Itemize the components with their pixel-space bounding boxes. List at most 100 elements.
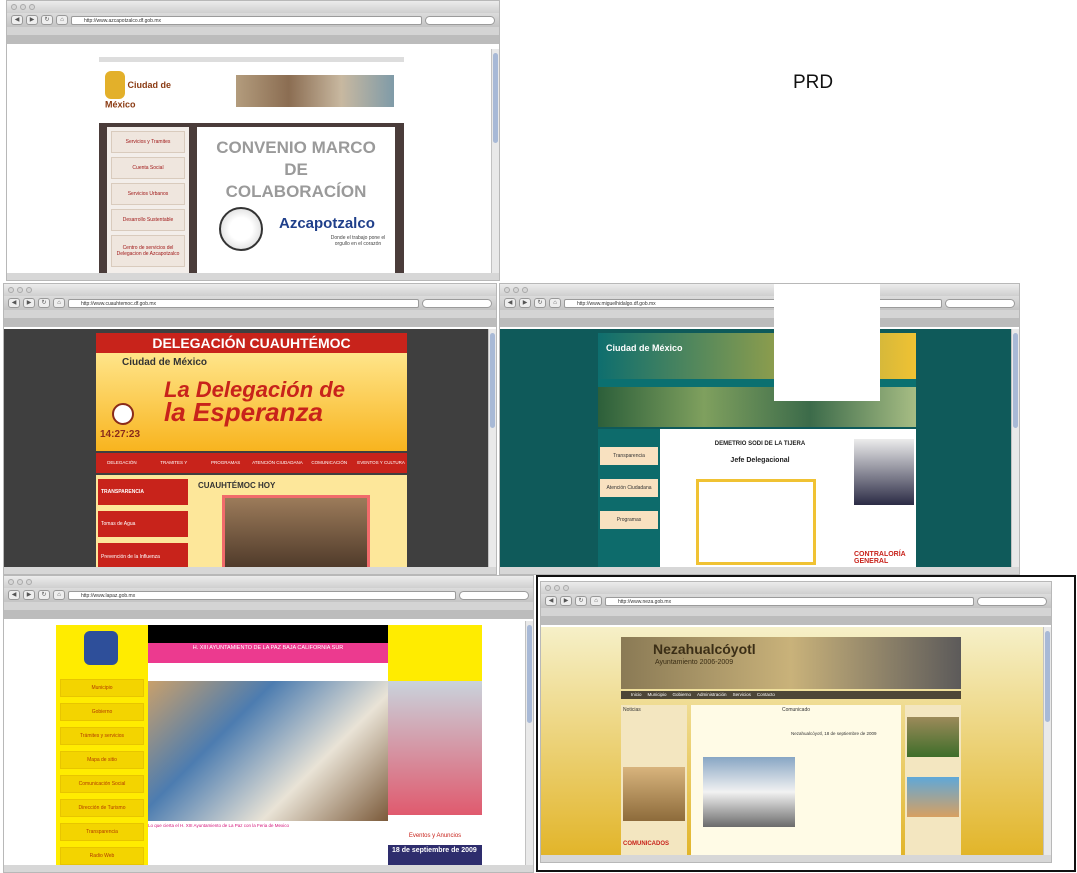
banner: H. XIII AYUNTAMIENTO DE LA PAZ BAJA CALI… [148,643,388,663]
forward-button[interactable]: ▶ [519,298,531,308]
prd-label: PRD [793,72,834,93]
events-label: Eventos y Anuncios [408,833,462,839]
news-box [696,479,816,565]
close-icon[interactable] [11,4,17,10]
menu-item[interactable]: Trámites y servicios [60,727,144,745]
forward-button[interactable]: ▶ [26,15,38,25]
status-bar [4,567,496,574]
close-icon[interactable] [504,287,510,293]
forward-button[interactable]: ▶ [23,298,35,308]
scrollbar[interactable] [491,49,499,273]
side-item-agua[interactable]: Tomas de Agua [98,511,188,537]
menu-item[interactable]: Gobierno [60,703,144,721]
tab-bar [4,318,496,327]
minimize-icon[interactable] [17,287,23,293]
nav-item[interactable]: DELEGACIÓN [96,453,148,473]
menu-item[interactable]: Radio Web [60,847,144,865]
search-field[interactable] [425,15,495,25]
browser-window-miguel-hidalgo: ◀ ▶ ↻ ⌂ http://www.miguelhidalgo.df.gob.… [499,283,1020,575]
address-bar[interactable]: http://www.lapaz.gob.mx [68,590,456,600]
news-caption: Lo que cierta el H. XIII Ayuntamiento de… [148,823,289,828]
nav-item[interactable]: PROGRAMAS [200,453,252,473]
page-title: CONVENIO MARCO DE COLABORACÍON [216,138,376,201]
menu-item[interactable]: Transparencia [60,823,144,841]
minimize-icon[interactable] [17,579,23,585]
home-button[interactable]: ⌂ [549,298,561,308]
reload-button[interactable]: ↻ [41,15,53,25]
city-logo: Ciudad de México [606,343,683,353]
menu-item[interactable]: Municipio [60,679,144,697]
nav-item[interactable]: Servicios y Tramites [111,131,185,153]
scroll-thumb[interactable] [493,53,498,143]
nav-item[interactable]: Servicios Urbanos [111,183,185,205]
side-item[interactable]: Transparencia [600,447,658,465]
reload-button[interactable]: ↻ [38,298,50,308]
reload-button[interactable]: ↻ [534,298,546,308]
back-button[interactable]: ◀ [8,590,20,600]
nav-item[interactable]: Desarrollo Sustentable [111,209,185,231]
date-badge: 18 de septiembre de 2009 [388,845,482,865]
white-overlay [774,284,880,401]
menu-item[interactable]: Mapa de sitio [60,751,144,769]
scroll-thumb[interactable] [490,333,495,429]
side-item[interactable]: Programas [600,511,658,529]
home-button[interactable]: ⌂ [56,15,68,25]
toolbar: ◀ ▶ ↻ ⌂ http://www.miguelhidalgo.df.gob.… [500,296,1019,310]
browser-window-azcapotzalco: ◀ ▶ ↻ ⌂ http://www.azcapotzalco.df.gob.m… [6,0,500,281]
zoom-icon[interactable] [29,4,35,10]
scrollbar[interactable] [1011,329,1019,567]
minimize-icon[interactable] [20,4,26,10]
nav-item[interactable]: EVENTOS Y CULTURA [355,453,407,473]
address-bar[interactable]: http://www.miguelhidalgo.df.gob.mx [564,298,942,308]
scroll-thumb[interactable] [527,625,532,723]
person-name: DEMETRIO SODI DE LA TIJERA [714,441,806,447]
nav-item[interactable]: COMUNICACIÓN SOCIAL [303,453,355,485]
close-icon[interactable] [8,579,14,585]
nav-item[interactable]: TRAMITES Y SERVICIOS [148,453,200,485]
back-button[interactable]: ◀ [504,298,516,308]
minimize-icon[interactable] [513,287,519,293]
address-bar[interactable]: http://www.cuauhtemoc.df.gob.mx [68,298,419,308]
hero-photo [148,681,388,821]
zoom-icon[interactable] [26,287,32,293]
zoom-icon[interactable] [26,579,32,585]
crest-icon [84,631,118,665]
news-photo [222,495,370,567]
search-field[interactable] [459,590,529,600]
caption: Donde el trabajo pone el orgullo en el c… [330,235,386,247]
nav-item[interactable]: Centro de servicios del Delegacion de Az… [111,235,185,267]
status-bar [7,273,499,280]
home-button[interactable]: ⌂ [53,298,65,308]
address-bar[interactable]: http://www.azcapotzalco.df.gob.mx [71,15,422,25]
search-field[interactable] [945,298,1015,308]
city-logo: Ciudad de México [122,357,208,368]
side-item[interactable]: Atención Ciudadana [600,479,658,497]
highlight-frame [536,575,1076,872]
home-button[interactable]: ⌂ [53,590,65,600]
back-button[interactable]: ◀ [8,298,20,308]
scrollbar[interactable] [488,329,496,567]
zoom-icon[interactable] [522,287,528,293]
scroll-thumb[interactable] [1013,333,1018,429]
back-button[interactable]: ◀ [11,15,23,25]
forward-button[interactable]: ▶ [23,590,35,600]
header-banner: DELEGACIÓN CUAUHTÉMOC [96,333,407,353]
menu-item[interactable]: Comunicación Social [60,775,144,793]
side-item-transparencia[interactable]: TRANSPARENCIA [98,479,188,505]
search-field[interactable] [422,298,492,308]
side-item-influenza[interactable]: Prevención de la Influenza [98,543,188,567]
nav-item[interactable]: ATENCIÓN CIUDADANA [251,453,303,473]
azcapotzalco-logo: Azcapotzalco [279,215,375,232]
titlebar [7,1,499,13]
close-icon[interactable] [8,287,14,293]
status-bar [500,567,1019,574]
city-logo: Ciudad de México [105,71,195,110]
page-viewport: DELEGACIÓN CUAUHTÉMOC Ciudad de México L… [4,329,488,567]
scrollbar[interactable] [525,621,533,865]
toolbar: ◀ ▶ ↻ ⌂ http://www.cuauhtemoc.df.gob.mx [4,296,496,310]
titlebar [4,284,496,296]
menu-item[interactable]: Dirección de Turismo [60,799,144,817]
nav-item[interactable]: Cuenta Social [111,157,185,179]
reload-button[interactable]: ↻ [38,590,50,600]
browser-window-la-paz: ◀ ▶ ↻ ⌂ http://www.lapaz.gob.mx Municipi… [3,575,534,873]
